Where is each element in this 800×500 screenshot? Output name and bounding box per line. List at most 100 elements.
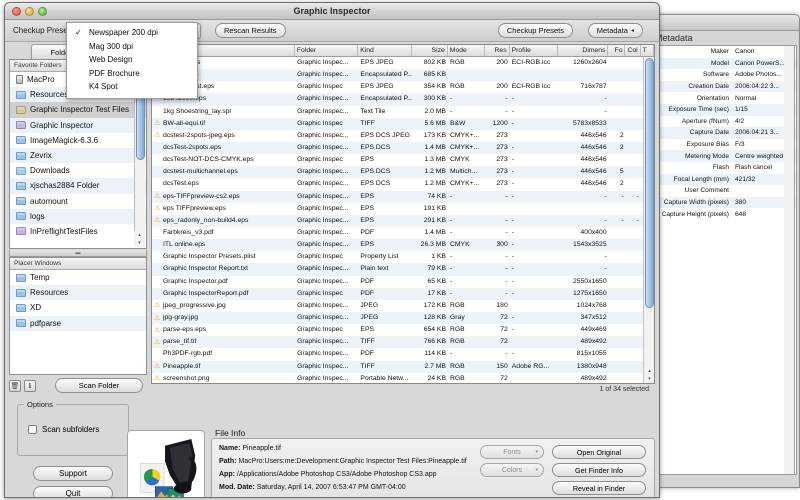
table-row[interactable]: ⚠dcstest-multichannel.epsGraphic Inspec.… bbox=[152, 166, 654, 179]
table-row[interactable]: ⚠ jpeg_progressive.jpg Graphic Inspec... JP… bbox=[152, 300, 654, 312]
table-row[interactable]: ⚠ eps TIFFpreview.eps Graphic Inspec... EPS… bbox=[152, 203, 654, 215]
file-list-scrollbar[interactable]: ▴ ▾ bbox=[643, 57, 654, 383]
reveal-in-finder-button[interactable]: Reveal in Finder bbox=[552, 481, 646, 495]
sidebar-item-inpreflighttestfiles[interactable]: InPreflightTestFiles bbox=[10, 224, 146, 239]
sidebar-item-xjschas2884-folder[interactable]: xjschas2884 Folder bbox=[10, 178, 146, 194]
cell-kind: TIFF bbox=[360, 362, 375, 370]
scan-subfolders-row[interactable]: Scan subfolders bbox=[28, 425, 99, 434]
column-header-t[interactable]: T bbox=[641, 45, 654, 56]
cell-folder: Graphic Inspec... bbox=[297, 168, 349, 176]
table-row[interactable]: ⚠Graphic Inspector Report.txtGraphic Ins… bbox=[152, 263, 654, 276]
metadata-table: Maker Canon Model Canon PowerS... Software Ad… bbox=[653, 45, 797, 475]
file-list-scroll-thumb[interactable] bbox=[645, 58, 654, 308]
table-row[interactable]: ⚠Graphic Inspector.pdfGraphic Inspec... P… bbox=[152, 276, 654, 288]
sidebar-item-graphic-inspector[interactable]: Graphic Inspector bbox=[10, 117, 146, 133]
column-header-folder[interactable]: Folder bbox=[295, 45, 359, 56]
sidebar-item-automount[interactable]: automount bbox=[10, 194, 146, 209]
support-button[interactable]: Support bbox=[33, 466, 113, 481]
cell-folder: Graphic Inspec... bbox=[297, 338, 349, 346]
table-row[interactable]: ⚠ eps_radonly_non-build4.eps Graphic Inspe… bbox=[152, 214, 654, 227]
column-header-size[interactable]: Size bbox=[412, 45, 448, 56]
sidebar-item-logs[interactable]: logs bbox=[10, 208, 146, 224]
sidebar-resize-grip[interactable]: ▬ bbox=[9, 250, 147, 257]
scan-subfolders-checkbox[interactable] bbox=[28, 425, 37, 434]
cell-mode: CMYK bbox=[449, 156, 470, 164]
file-list-scroll-arrows[interactable]: ▴ ▾ bbox=[644, 367, 654, 383]
cell-kind: EPS bbox=[360, 241, 375, 249]
column-header-profile[interactable]: Profile bbox=[510, 45, 559, 56]
column-header-dimens[interactable]: Dimens bbox=[558, 45, 609, 56]
placer-item-xd[interactable]: XD bbox=[10, 300, 146, 315]
sidebar-item-zevrix[interactable]: Zevrix bbox=[10, 147, 146, 164]
column-header-mode[interactable]: Mode bbox=[448, 45, 486, 56]
colors-popup[interactable]: Colors bbox=[480, 463, 544, 477]
file-list[interactable]: NameFolderKindSizeModeResProfileDimensFo… bbox=[151, 44, 655, 384]
scan-folder-button[interactable]: Scan Folder bbox=[55, 378, 143, 393]
cell-size: 300 KB bbox=[423, 95, 446, 103]
menu-item-mag-300-dpi[interactable]: Mag 300 dpi bbox=[67, 40, 197, 54]
table-row[interactable]: ⚠ BW-all-equi.tif Graphic Inspec TIFF 5.6 MB… bbox=[152, 117, 654, 130]
table-row[interactable]: ⚠coverboxtest.epsGraphic InspecEPS JPEG3… bbox=[152, 81, 654, 93]
preview-thumbnail[interactable] bbox=[127, 430, 205, 497]
table-row[interactable]: ⚠Graphic Inspector Presets.plistGraphic … bbox=[152, 251, 654, 263]
checkup-preset-menu[interactable]: ✓ Newspaper 200 dpi Mag 300 dpi Web Design P… bbox=[66, 22, 198, 99]
cell-dimens: 400x400 bbox=[580, 229, 607, 237]
table-row[interactable]: ⚠dcsTest-NOT-DCS-CMYK.epsGraphic Inspec E… bbox=[152, 154, 654, 166]
column-header-kind[interactable]: Kind bbox=[358, 45, 413, 56]
cell-folder: Graphic Inspec... bbox=[297, 144, 349, 152]
table-row[interactable]: ⚠dcsTest.epsGraphic Inspec... EPS DCS 1.2 … bbox=[152, 178, 654, 190]
sidebar-item-label: xjschas2884 Folder bbox=[30, 181, 100, 191]
table-row[interactable]: ⚠100875.epsGraphic Inspec...Encapsulated… bbox=[152, 69, 654, 82]
metadata-scrollbar[interactable] bbox=[784, 45, 795, 475]
sidebar-item-graphic-inspector-test-files[interactable]: Graphic Inspector Test Files bbox=[10, 102, 146, 118]
cell-mode: CMYK bbox=[449, 241, 470, 249]
table-row[interactable]: ⚠ dcstest-2spots-jpeg.eps Graphic Inspec..… bbox=[152, 130, 654, 142]
file-list-body[interactable]: ⚠bear_tiff.epsGraphic Inspec...EPS JPEG8… bbox=[152, 57, 654, 383]
cell-kind: Plain text bbox=[360, 265, 389, 273]
table-row[interactable]: ⚠ Pineapple.tif Graphic Inspec... TIFF 2.7 M… bbox=[152, 360, 654, 373]
info-icon[interactable]: ℹ bbox=[24, 380, 36, 392]
column-header-res[interactable]: Res bbox=[485, 45, 510, 56]
table-row[interactable]: ⚠Farbkreis_v3.pdfGraphic Inspec... PDF 1.4… bbox=[152, 227, 654, 239]
table-row[interactable]: ⚠ jpg-gray.jpg Graphic Inspec... JPEG 128 KB… bbox=[152, 311, 654, 325]
cell-dimens: 1260x2604 bbox=[572, 59, 607, 67]
favorites-scroll-arrows[interactable]: ▴ ▾ bbox=[134, 231, 145, 247]
table-row[interactable]: ⚠ screenshot.png Graphic Inspec... Portable… bbox=[152, 373, 654, 383]
metadata-toggle-button[interactable]: Metadata bbox=[587, 23, 643, 38]
table-row[interactable]: ⚠ parse-eps.eps Graphic Inspec EPS 654 KB RGB… bbox=[152, 324, 654, 336]
menu-item-newspaper-200-dpi[interactable]: ✓ Newspaper 200 dpi bbox=[67, 26, 197, 40]
checkup-presets-button[interactable]: Checkup Presets bbox=[497, 23, 573, 38]
table-row[interactable]: ⚠Graphic InspectorReport.pdfGraphic Insp… bbox=[152, 287, 654, 300]
cell-size: 1.3 MB bbox=[424, 156, 446, 164]
sidebar-item-label: MacPro bbox=[27, 75, 55, 85]
file-path-value: MacPro:Users:me:Development:Graphic Insp… bbox=[238, 458, 467, 465]
table-row[interactable]: ⚠bear_tiff.epsGraphic Inspec...EPS JPEG8… bbox=[152, 57, 654, 69]
placer-item-temp[interactable]: Temp bbox=[10, 270, 146, 285]
trash-icon[interactable]: 🗑 bbox=[9, 380, 21, 392]
metadata-label: Metering Mode bbox=[685, 152, 729, 160]
menu-item-k4-spot[interactable]: K4 Spot bbox=[67, 80, 197, 94]
placer-item-pdfparse[interactable]: pdfparse bbox=[10, 315, 146, 331]
quit-button[interactable]: Quit bbox=[33, 486, 113, 497]
column-header-fo[interactable]: Fo bbox=[608, 45, 626, 56]
table-row[interactable]: ⚠dcsTest-2spots.epsGraphic Inspec... EPS … bbox=[152, 141, 654, 155]
table-row[interactable]: ⚠19342000.epsGraphic Inspec...Encapsulat… bbox=[152, 93, 654, 106]
main-titlebar[interactable]: Graphic Inspector bbox=[5, 3, 659, 20]
column-header-col[interactable]: Col bbox=[625, 45, 641, 56]
metadata-titlebar[interactable] bbox=[649, 15, 799, 31]
placer-item-resources[interactable]: Resources bbox=[10, 285, 146, 301]
menu-item-web-design[interactable]: Web Design bbox=[67, 53, 197, 67]
table-row[interactable]: ⚠ eps-TIFFpreview-cs2.eps Graphic Inspec..… bbox=[152, 190, 654, 203]
get-finder-info-button[interactable]: Get Finder Info bbox=[552, 463, 646, 477]
table-row[interactable]: ⚠Ph3PDF-rgb.pdfGraphic Inspec... PDF 114 K… bbox=[152, 348, 654, 360]
menu-item-pdf-brochure[interactable]: PDF Brochure bbox=[67, 67, 197, 81]
cell-folder: Graphic Inspec... bbox=[297, 241, 349, 249]
sidebar-item-downloads[interactable]: Downloads bbox=[10, 163, 146, 178]
table-row[interactable]: ⚠ITL online.epsGraphic Inspec... EPS 26.3 … bbox=[152, 239, 654, 252]
fonts-popup[interactable]: Fonts bbox=[480, 445, 544, 459]
rescan-results-button[interactable]: Rescan Results bbox=[215, 23, 286, 38]
table-row[interactable]: ⚠1kg Shoestring_lay.splGraphic Inspec...… bbox=[152, 106, 654, 118]
table-row[interactable]: ⚠ parse_tif.tif Graphic Inspec... TIFF 766 K… bbox=[152, 336, 654, 349]
open-original-button[interactable]: Open Original bbox=[552, 445, 646, 459]
sidebar-item-imagemagick-6-3-6[interactable]: ImageMagick-6.3.6 bbox=[10, 133, 146, 148]
